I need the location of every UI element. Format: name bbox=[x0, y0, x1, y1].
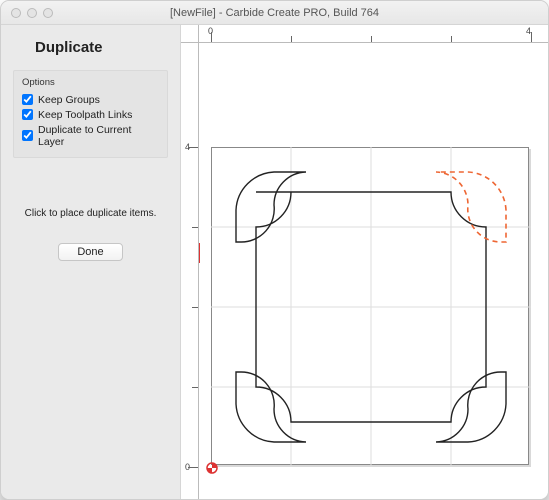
shape-corner-br[interactable] bbox=[436, 372, 506, 442]
ruler-marker-v bbox=[199, 243, 200, 263]
window-title: [NewFile] - Carbide Create PRO, Build 76… bbox=[1, 7, 548, 19]
checkbox-keep-toolpath-links[interactable] bbox=[22, 109, 33, 120]
ruler-vertical: 0 4 bbox=[181, 43, 199, 499]
checkbox-duplicate-current-layer[interactable] bbox=[22, 130, 33, 141]
checkbox-keep-groups[interactable] bbox=[22, 94, 33, 105]
shape-corner-tr-duplicate[interactable] bbox=[436, 172, 506, 242]
window-body: Duplicate Options Keep Groups Keep Toolp… bbox=[1, 25, 548, 499]
done-row: Done bbox=[13, 243, 168, 261]
titlebar: [NewFile] - Carbide Create PRO, Build 76… bbox=[1, 1, 548, 25]
ruler-horizontal: 0 4 bbox=[199, 25, 548, 43]
option-label: Keep Groups bbox=[38, 94, 100, 106]
drawing-svg[interactable] bbox=[211, 147, 531, 467]
hint-text: Click to place duplicate items. bbox=[13, 208, 168, 219]
option-label: Keep Toolpath Links bbox=[38, 109, 132, 121]
options-caption: Options bbox=[22, 77, 159, 88]
sidebar: Duplicate Options Keep Groups Keep Toolp… bbox=[1, 25, 181, 499]
option-label: Duplicate to Current Layer bbox=[38, 124, 159, 148]
option-keep-groups[interactable]: Keep Groups bbox=[22, 92, 159, 107]
option-duplicate-current-layer[interactable]: Duplicate to Current Layer bbox=[22, 122, 159, 149]
grid bbox=[211, 147, 531, 467]
panel-title: Duplicate bbox=[35, 39, 168, 56]
shape-corner-bl[interactable] bbox=[236, 372, 306, 442]
drawing-viewport[interactable] bbox=[199, 43, 548, 499]
options-group: Options Keep Groups Keep Toolpath Links … bbox=[13, 70, 168, 158]
option-keep-toolpath-links[interactable]: Keep Toolpath Links bbox=[22, 107, 159, 122]
app-window: [NewFile] - Carbide Create PRO, Build 76… bbox=[0, 0, 549, 500]
done-button[interactable]: Done bbox=[58, 243, 122, 261]
ruler-corner bbox=[181, 25, 199, 43]
canvas-area[interactable]: 0 4 0 4 bbox=[181, 25, 548, 499]
shape-corner-tl[interactable] bbox=[236, 172, 306, 242]
